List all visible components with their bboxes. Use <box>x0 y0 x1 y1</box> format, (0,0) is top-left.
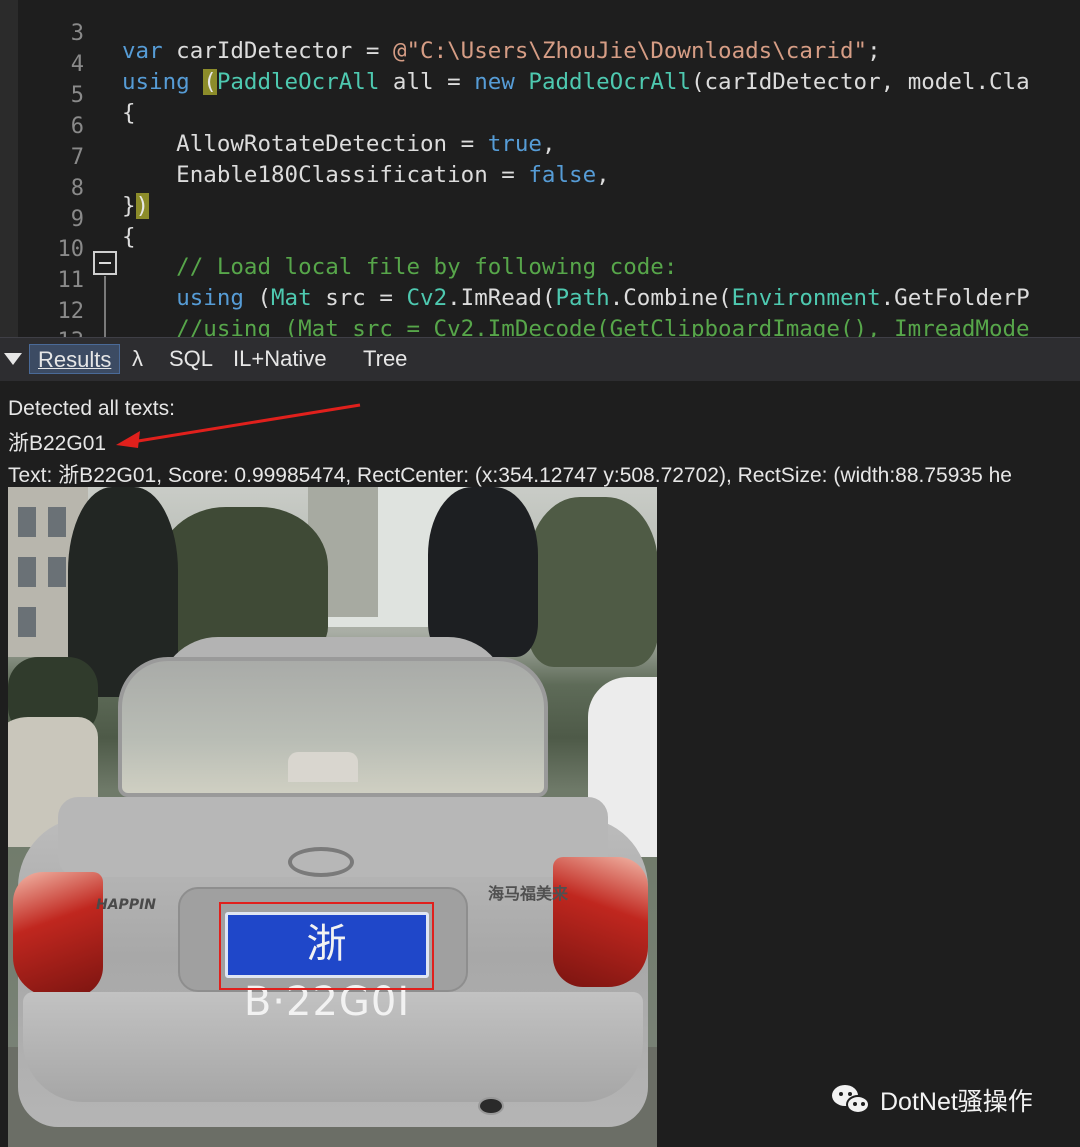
line-number: 13 <box>18 326 85 337</box>
detected-text-value: 浙B22G01 <box>8 432 107 455</box>
code-line: 13 { <box>0 308 1080 337</box>
results-panel: Detected all texts: 浙B22G01 Text: 浙B22G0… <box>0 381 1080 1147</box>
tab-lambda[interactable]: λ <box>132 344 143 374</box>
code-line: 6 AllowRotateDetection = true, <box>0 93 1080 157</box>
code-line: 7 Enable180Classification = false, <box>0 124 1080 188</box>
code-line: 11 using (Mat src = Cv2.ImRead(Path.Comb… <box>0 247 1080 311</box>
fold-guide-line <box>104 276 106 337</box>
code-editor[interactable]: 3 var carIdDetector = @"C:\Users\ZhouJie… <box>0 0 1080 337</box>
code-line: 10 // Load local file by following code: <box>0 216 1080 280</box>
watermark: DotNet骚操作 <box>832 1082 1033 1118</box>
brake-light <box>288 752 358 782</box>
tab-sql[interactable]: SQL <box>169 344 213 374</box>
tail-light-left <box>13 872 103 997</box>
tree <box>158 507 328 657</box>
car-photo: HAPPIN 海马福美来 浙B·22G0I <box>8 487 657 1147</box>
tab-tree[interactable]: Tree <box>363 344 407 374</box>
tab-results[interactable]: Results <box>29 344 121 374</box>
tree <box>528 497 657 667</box>
code-line: 3 var carIdDetector = @"C:\Users\ZhouJie… <box>0 0 1080 64</box>
code-line: 9 { <box>0 186 1080 250</box>
brand-badge: HAPPIN <box>96 897 156 913</box>
watermark-text: DotNet骚操作 <box>880 1088 1033 1116</box>
tail-light-right <box>553 857 648 987</box>
detection-bounding-box <box>219 902 434 990</box>
red-arrow-annotation <box>116 403 361 448</box>
results-tab-bar: Results λ SQL IL+Native Tree <box>0 337 1080 381</box>
code-line: 12 //using (Mat src = Cv2.ImDecode(GetCl… <box>0 278 1080 337</box>
exhaust-pipe <box>478 1097 504 1115</box>
code-line: 4 using (PaddleOcrAll all = new PaddleOc… <box>0 31 1080 95</box>
car-emblem-icon <box>288 847 354 877</box>
collapse-region-icon[interactable] <box>93 251 117 275</box>
collapse-triangle-icon[interactable] <box>4 353 22 365</box>
covered-tree <box>428 487 538 657</box>
model-badge: 海马福美来 <box>488 886 569 903</box>
code-line: 5 { <box>0 62 1080 126</box>
ocr-result-detail: Text: 浙B22G01, Score: 0.99985474, RectCe… <box>8 464 1012 487</box>
tab-il-native[interactable]: IL+Native <box>233 344 327 374</box>
code-line: 8 }) <box>0 155 1080 219</box>
wechat-icon <box>832 1083 872 1117</box>
